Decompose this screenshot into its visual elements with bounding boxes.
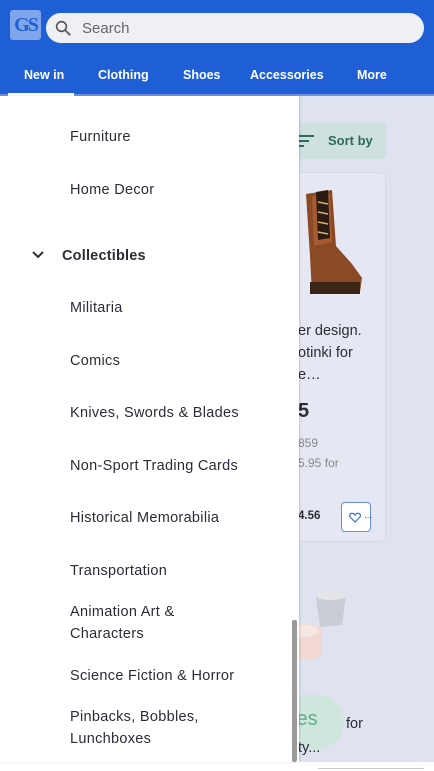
tab-shoes[interactable]: Shoes [183,58,221,92]
drawer-scrollbar[interactable] [292,620,297,762]
product2-title-fragment: for [346,716,363,732]
tab-more[interactable]: More [357,58,387,92]
sort-by-button[interactable]: Sort by [286,123,386,159]
drawer-item-transportation[interactable]: Transportation [70,560,167,582]
drawer-item-knives[interactable]: Knives, Swords & Blades [70,402,239,424]
tab-new-in[interactable]: New in [24,58,64,92]
top-app-bar: GS New in Clothing Shoes Accessories Mor… [0,0,434,96]
product-shipping: 5.95 for [298,456,339,470]
section-label: Collectibles [62,248,146,264]
drawer-item-home-decor[interactable]: Home Decor [70,179,154,201]
product-bid: 4.56 [298,510,321,522]
drawer-item-pinbacks[interactable]: Pinbacks, Bobbles, Lunchboxes [70,706,230,750]
tab-clothing[interactable]: Clothing [98,58,149,92]
product-title[interactable]: er design. otinki for e… [298,320,378,386]
sort-icon [298,135,314,147]
drawer-item-scifi-horror[interactable]: Science Fiction & Horror [70,665,234,687]
category-drawer: Furniture Home Decor Collectibles Milita… [0,96,299,762]
search-input[interactable] [82,13,412,43]
bottom-strip [0,762,434,771]
bottom-divider [318,768,424,769]
product-meta: 859 [298,436,319,450]
product-image-boot [306,190,362,294]
watch-button[interactable]: ... [341,502,373,532]
watch-more-text: ... [364,510,373,521]
site-logo[interactable]: GS [10,10,41,40]
product2-title-fragment-2: ty... [298,740,321,756]
product-price: 5 [298,400,310,422]
drawer-item-militaria[interactable]: Militaria [70,297,123,319]
search-icon [55,20,71,36]
chevron-down-icon [32,251,44,259]
drawer-item-furniture[interactable]: Furniture [70,126,131,148]
drawer-item-historical[interactable]: Historical Memorabilia [70,507,219,529]
search-bar[interactable] [46,13,424,43]
sort-by-label: Sort by [328,133,373,148]
drawer-item-trading-cards[interactable]: Non-Sport Trading Cards [70,455,238,477]
drawer-item-comics[interactable]: Comics [70,350,120,372]
tab-accessories[interactable]: Accessories [250,58,324,92]
category-tabs: New in Clothing Shoes Accessories More [0,58,434,94]
heart-icon [349,512,361,523]
drawer-item-animation-art[interactable]: Animation Art & Characters [70,601,230,645]
